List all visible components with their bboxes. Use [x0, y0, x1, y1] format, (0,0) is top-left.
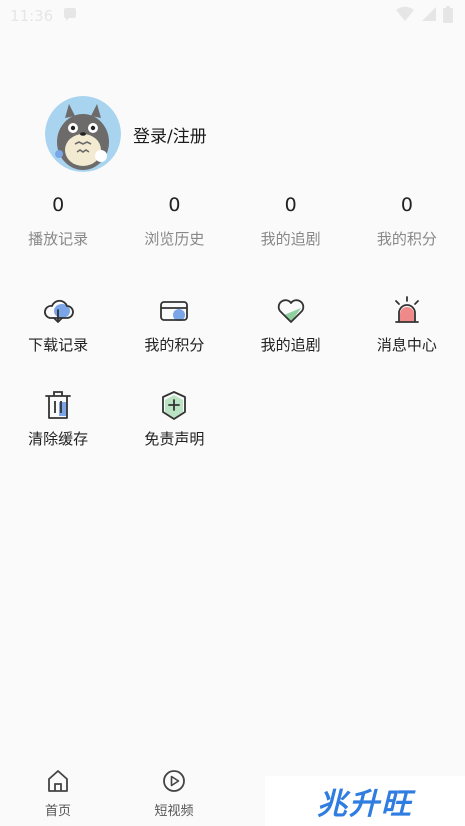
menu-download-records[interactable]: 下载记录 — [0, 294, 116, 355]
nav-home[interactable]: 首页 — [18, 768, 98, 819]
menu-grid-row-1: 下载记录 我的积分 我的追剧 消息中心 — [0, 294, 465, 355]
stat-value: 0 — [400, 194, 413, 216]
menu-label: 我的追剧 — [260, 336, 321, 354]
avatar[interactable] — [45, 96, 121, 172]
stat-value: 0 — [168, 194, 181, 216]
battery-icon — [443, 5, 453, 27]
menu-label: 我的积分 — [144, 336, 205, 354]
cloud-download-icon — [41, 294, 75, 328]
trash-icon — [41, 388, 75, 422]
nav-label: 短视频 — [154, 804, 194, 819]
nav-short-video[interactable]: 短视频 — [134, 768, 214, 819]
watermark-text: 兆升旺 — [317, 787, 413, 822]
menu-label: 清除缓存 — [28, 430, 89, 448]
menu-my-points[interactable]: 我的积分 — [116, 294, 232, 355]
notification-icon — [63, 7, 77, 25]
stat-play-history[interactable]: 0 播放记录 — [0, 194, 116, 249]
wifi-icon — [395, 6, 415, 26]
stat-label: 浏览历史 — [144, 230, 205, 248]
menu-my-series[interactable]: 我的追剧 — [233, 294, 349, 355]
stat-value: 0 — [52, 194, 65, 216]
menu-label: 免责声明 — [144, 430, 205, 448]
heart-icon — [274, 294, 308, 328]
status-bar: 11:36 — [0, 0, 465, 32]
menu-disclaimer[interactable]: 免责声明 — [116, 388, 232, 449]
watermark-logo: 兆升旺 — [265, 776, 465, 826]
menu-grid-row-2: 清除缓存 免责声明 — [0, 388, 465, 449]
shield-plus-icon — [157, 388, 191, 422]
stat-value: 0 — [284, 194, 297, 216]
stat-label: 播放记录 — [28, 230, 89, 248]
stats-row: 0 播放记录 0 浏览历史 0 我的追剧 0 我的积分 — [0, 194, 465, 249]
status-time: 11:36 — [10, 7, 54, 25]
menu-clear-cache[interactable]: 清除缓存 — [0, 388, 116, 449]
home-icon — [45, 768, 71, 798]
profile-header[interactable]: 登录/注册 — [45, 96, 207, 172]
stat-my-points[interactable]: 0 我的积分 — [349, 194, 465, 249]
stat-label: 我的追剧 — [260, 230, 321, 248]
play-icon — [161, 768, 187, 798]
menu-label: 消息中心 — [376, 336, 437, 354]
login-register-link[interactable]: 登录/注册 — [133, 122, 207, 147]
card-icon — [157, 294, 191, 328]
menu-message-center[interactable]: 消息中心 — [349, 294, 465, 355]
signal-icon — [421, 6, 437, 26]
stat-browse-history[interactable]: 0 浏览历史 — [116, 194, 232, 249]
alarm-icon — [390, 294, 424, 328]
stat-label: 我的积分 — [376, 230, 437, 248]
nav-label: 首页 — [44, 804, 71, 819]
stat-my-series[interactable]: 0 我的追剧 — [233, 194, 349, 249]
menu-label: 下载记录 — [28, 336, 89, 354]
